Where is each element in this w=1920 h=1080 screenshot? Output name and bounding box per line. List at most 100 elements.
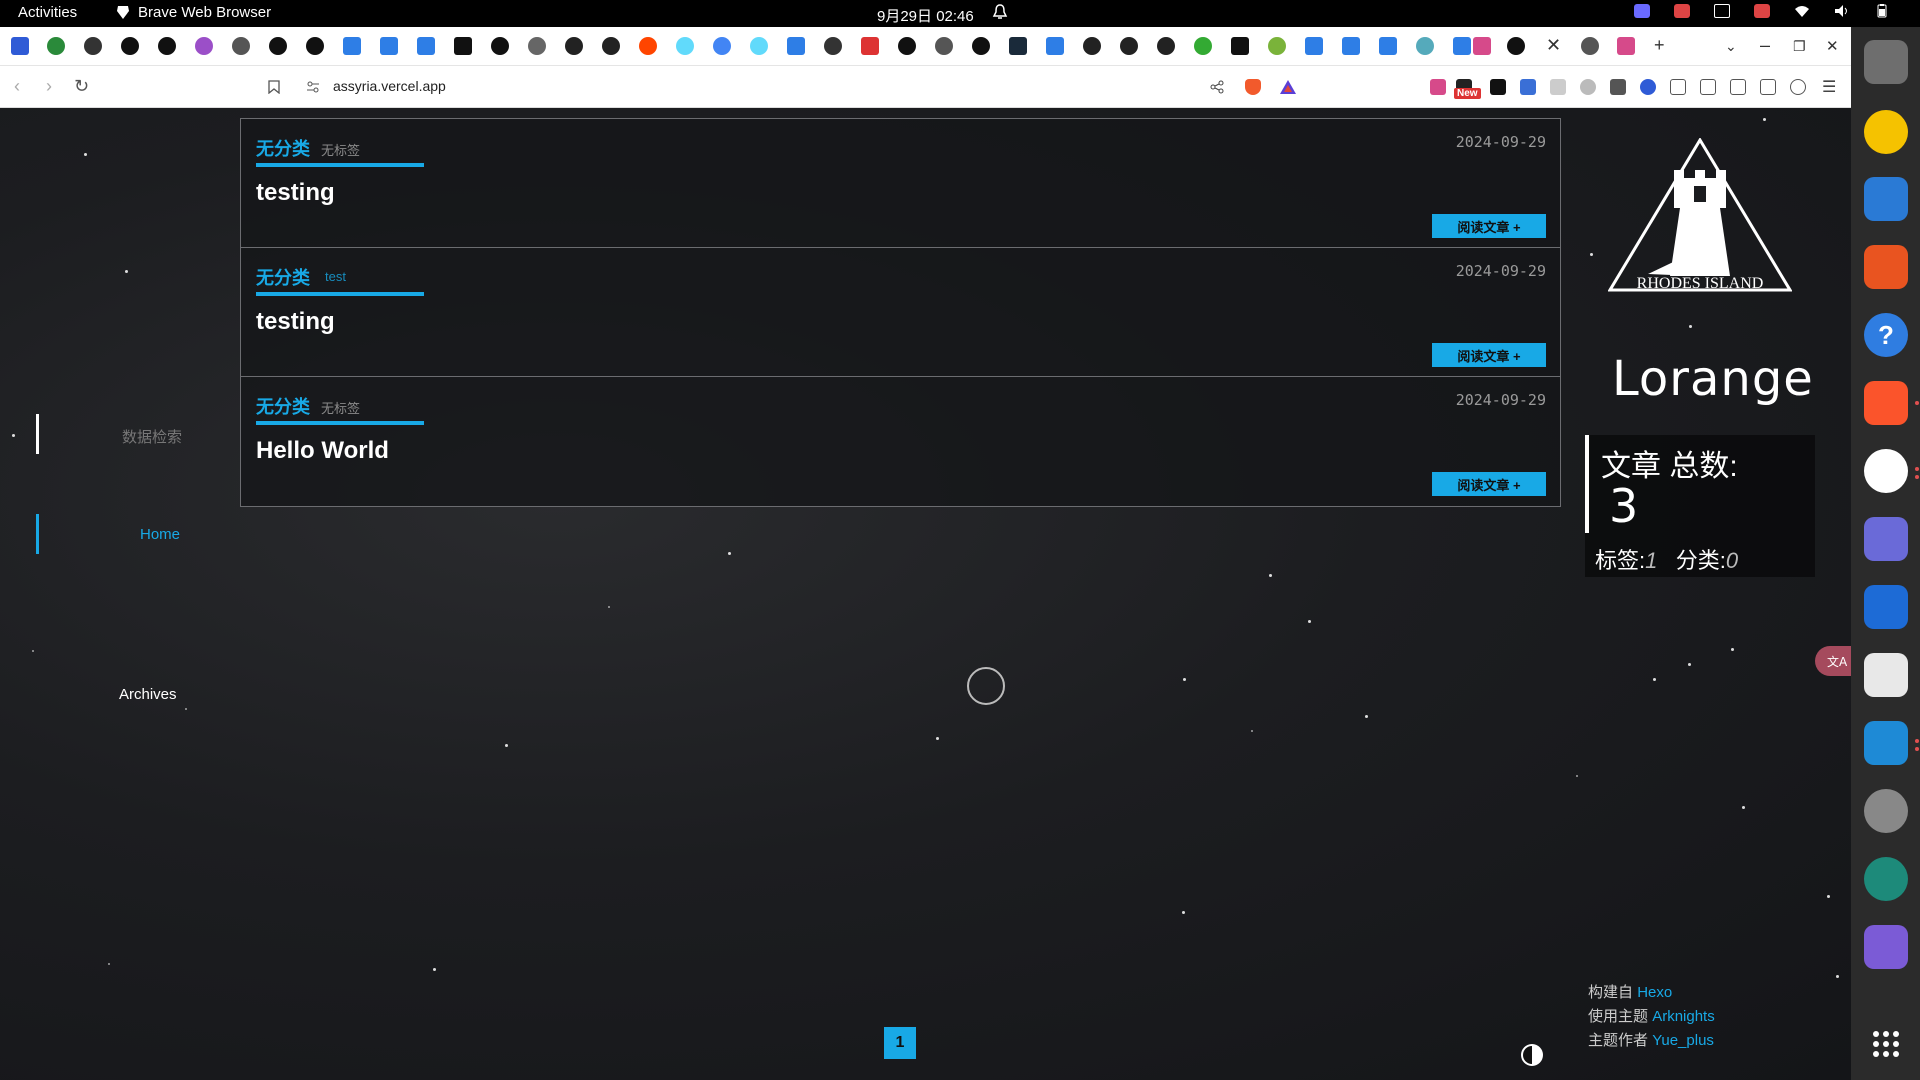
tab-favicon[interactable] <box>602 37 620 55</box>
theme-link[interactable]: Arknights <box>1652 1008 1715 1025</box>
address-bar-url[interactable]: assyria.vercel.app <box>333 78 446 94</box>
close-window-icon[interactable]: ✕ <box>1826 37 1839 55</box>
read-article-button[interactable]: 阅读文章 + <box>1432 343 1546 367</box>
read-article-button[interactable]: 阅读文章 + <box>1432 214 1546 238</box>
brave-shields-icon[interactable] <box>1245 79 1261 95</box>
tab-favicon[interactable] <box>1194 37 1212 55</box>
read-article-button[interactable]: 阅读文章 + <box>1432 472 1546 496</box>
tab-favicon[interactable] <box>491 37 509 55</box>
tab-favicon[interactable] <box>1120 37 1138 55</box>
tab-favicon[interactable] <box>84 37 102 55</box>
tab-favicon[interactable] <box>417 37 435 55</box>
extension-icon[interactable] <box>1580 79 1596 95</box>
post-category[interactable]: 无分类 <box>256 135 310 161</box>
clock[interactable]: 9月29日 02:46 <box>877 5 974 26</box>
post-category[interactable]: 无分类 <box>256 393 310 419</box>
restore-icon[interactable]: ❐ <box>1793 38 1806 55</box>
help-app-icon[interactable]: ? <box>1864 313 1908 357</box>
show-apps-grid-icon[interactable] <box>1864 1022 1908 1066</box>
extension-icon[interactable] <box>1430 79 1446 95</box>
tab-favicon[interactable] <box>1453 37 1471 55</box>
active-tab-favicon[interactable] <box>1507 37 1525 55</box>
tab-favicon[interactable] <box>1305 37 1323 55</box>
tab-favicon[interactable] <box>380 37 398 55</box>
share-icon[interactable] <box>1210 80 1224 94</box>
nav-archives[interactable]: Archives <box>119 686 177 703</box>
tab-favicon[interactable] <box>1473 37 1491 55</box>
keyboard-icon[interactable] <box>1714 4 1730 18</box>
translate-button[interactable]: 文A <box>1815 646 1851 676</box>
leo-ai-icon[interactable] <box>1790 79 1806 95</box>
extension-icon[interactable] <box>1670 79 1686 95</box>
menu-hamburger-icon[interactable]: ☰ <box>1822 77 1836 97</box>
settings-gear-icon[interactable] <box>1864 789 1908 833</box>
hexo-link[interactable]: Hexo <box>1637 984 1672 1001</box>
post-category[interactable]: 无分类 <box>256 264 310 290</box>
sidebar-toggle-icon[interactable] <box>1730 79 1746 95</box>
tab-favicon[interactable] <box>1009 37 1027 55</box>
github-tab-icon[interactable] <box>269 37 287 55</box>
cat-app-icon[interactable] <box>1864 517 1908 561</box>
tab-favicon[interactable] <box>1416 37 1434 55</box>
vscode-app-icon[interactable] <box>1864 721 1908 765</box>
tab-favicon[interactable] <box>1083 37 1101 55</box>
post-tag[interactable]: 无标签 <box>321 398 360 417</box>
notification-bell-icon[interactable] <box>992 3 1008 21</box>
tab-favicon[interactable] <box>1342 37 1360 55</box>
bookmark-icon[interactable] <box>268 80 280 94</box>
post-title[interactable]: testing <box>256 179 335 207</box>
reddit-tab-icon[interactable] <box>639 37 657 55</box>
github-tab-icon[interactable] <box>121 37 139 55</box>
remote-desktop-icon[interactable] <box>1864 857 1908 901</box>
tab-favicon[interactable] <box>1268 37 1286 55</box>
close-tab-icon[interactable]: ✕ <box>1546 35 1561 56</box>
github-tab-icon[interactable] <box>306 37 324 55</box>
tab-favicon[interactable] <box>1617 37 1635 55</box>
reader-app-icon[interactable] <box>1864 653 1908 697</box>
intellij-app-icon[interactable] <box>1864 585 1908 629</box>
obsidian-app-icon[interactable] <box>1864 925 1908 969</box>
post-tag[interactable]: 无标签 <box>321 140 360 159</box>
tab-favicon[interactable] <box>454 37 472 55</box>
tray-app-icon[interactable] <box>1674 4 1690 18</box>
tab-favicon[interactable] <box>232 37 250 55</box>
theme-toggle-icon[interactable] <box>1521 1044 1543 1066</box>
tab-favicon[interactable] <box>750 37 768 55</box>
extension-icon[interactable] <box>1640 79 1656 95</box>
qq-app-icon[interactable] <box>1864 449 1908 493</box>
post-title[interactable]: testing <box>256 308 335 336</box>
tab-favicon[interactable] <box>1379 37 1397 55</box>
tab-favicon[interactable] <box>861 37 879 55</box>
extension-icon[interactable] <box>1550 79 1566 95</box>
extensions-puzzle-icon[interactable] <box>1700 79 1716 95</box>
app-center-icon[interactable] <box>1864 245 1908 289</box>
forward-arrow-icon[interactable]: › <box>46 76 52 97</box>
writer-app-icon[interactable] <box>1864 177 1908 221</box>
tab-favicon[interactable] <box>528 37 546 55</box>
tab-favicon[interactable] <box>676 37 694 55</box>
tab-favicon[interactable] <box>935 37 953 55</box>
files-app-icon[interactable] <box>1864 40 1908 84</box>
activities-button[interactable]: Activities <box>18 4 77 21</box>
brave-browser-icon[interactable] <box>1864 381 1908 425</box>
new-tab-plus-icon[interactable]: + <box>1654 35 1665 56</box>
post-tag[interactable]: test <box>325 269 346 284</box>
rhodes-island-logo[interactable]: RHODES ISLAND <box>1608 138 1792 298</box>
tab-search-chevron-icon[interactable]: ⌄ <box>1725 38 1737 55</box>
tab-favicon[interactable] <box>787 37 805 55</box>
back-arrow-icon[interactable]: ‹ <box>14 76 20 97</box>
nav-home[interactable]: Home <box>140 526 180 543</box>
post-title[interactable]: Hello World <box>256 437 389 465</box>
tab-favicon[interactable] <box>1046 37 1064 55</box>
theme-author-link[interactable]: Yue_plus <box>1652 1032 1714 1049</box>
tab-favicon[interactable] <box>195 37 213 55</box>
wifi-icon[interactable] <box>1794 4 1810 18</box>
minimize-icon[interactable]: – <box>1760 35 1770 56</box>
site-info-icon[interactable] <box>306 81 320 93</box>
extension-icon[interactable] <box>1610 79 1626 95</box>
tab-favicon[interactable] <box>1581 37 1599 55</box>
tab-favicon[interactable] <box>1231 37 1249 55</box>
pagination-current-page[interactable]: 1 <box>884 1027 916 1059</box>
github-tab-icon[interactable] <box>898 37 916 55</box>
rhythmbox-app-icon[interactable] <box>1864 110 1908 154</box>
